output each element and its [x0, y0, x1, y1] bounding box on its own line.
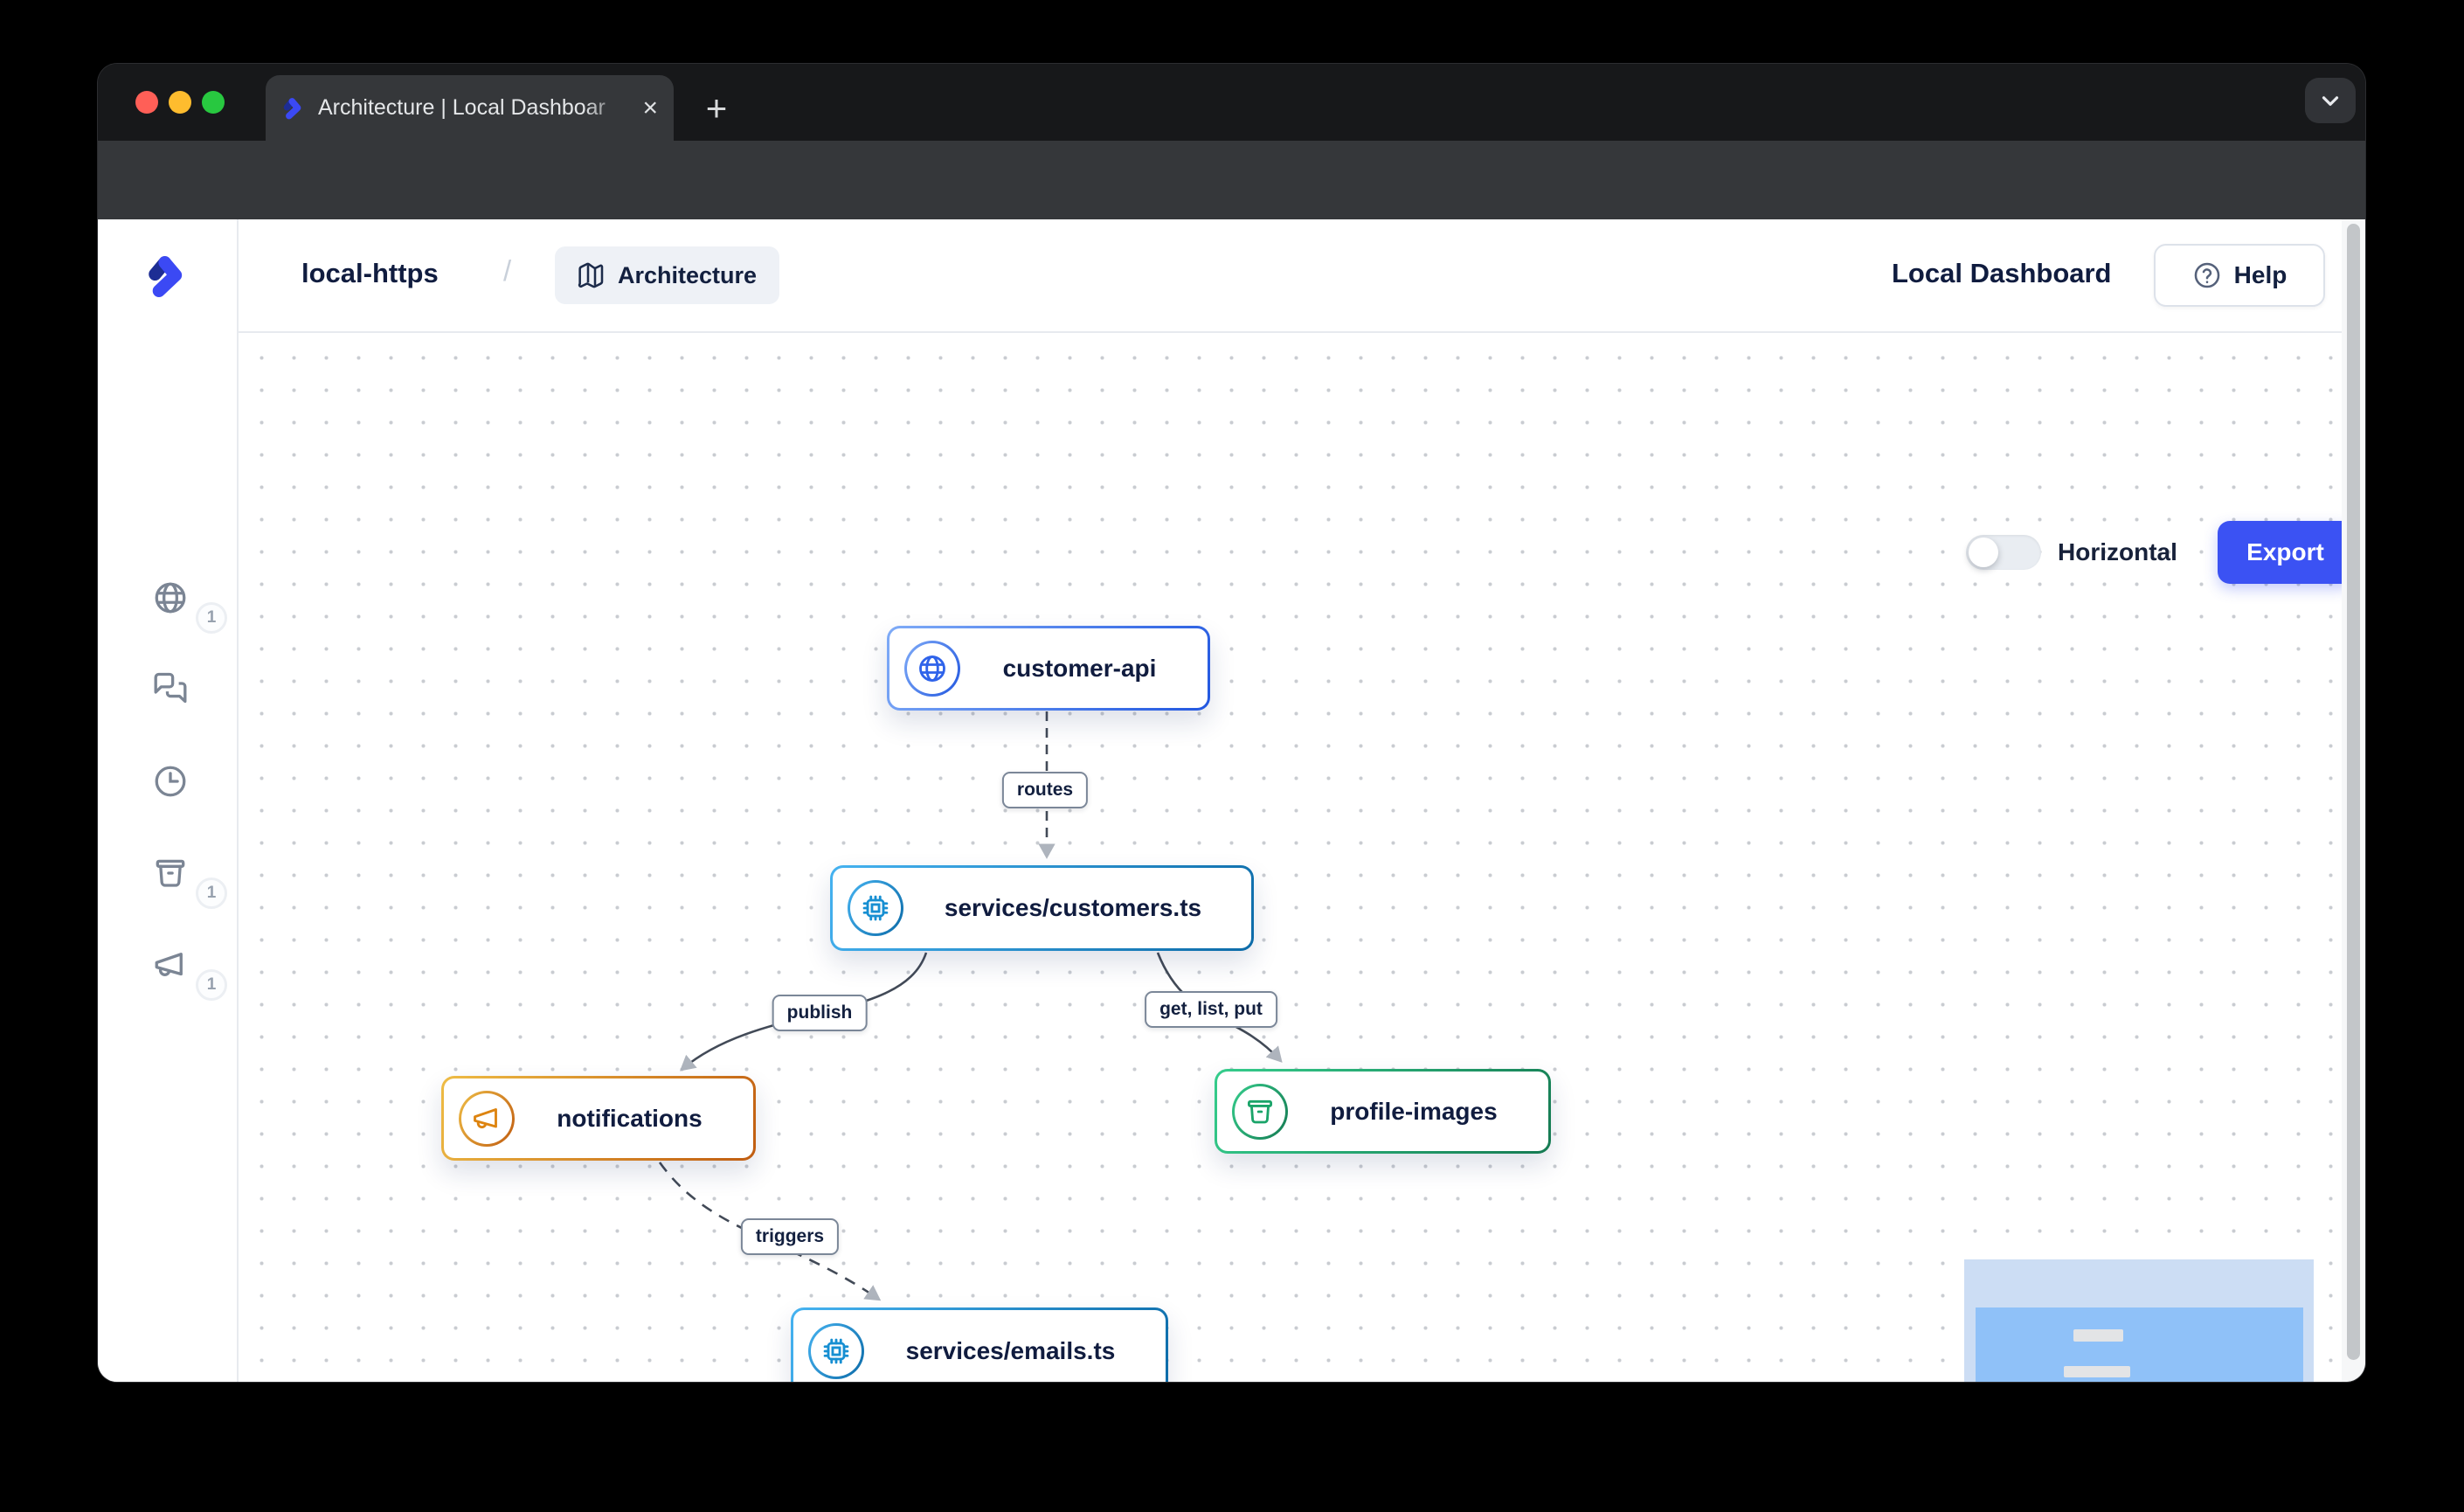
bucket-icon: [1244, 1096, 1276, 1127]
sidebar-item-topics[interactable]: 1: [98, 934, 237, 995]
zoom-window-button[interactable]: [202, 91, 225, 114]
close-window-button[interactable]: [135, 91, 158, 114]
toggle-knob: [1969, 538, 1998, 567]
tab-architecture-label: Architecture: [618, 262, 757, 289]
help-button-label: Help: [2234, 261, 2288, 289]
sidebar-item-chat[interactable]: [98, 659, 237, 720]
scrollbar-thumb[interactable]: [2347, 224, 2360, 1360]
node-label: services/customers.ts: [903, 894, 1251, 922]
flow-edges: [239, 333, 2342, 1382]
node-body: notifications: [444, 1079, 753, 1158]
clock-icon: [152, 763, 189, 800]
chip-icon: [860, 892, 891, 924]
chevron-down-icon: [2317, 87, 2343, 114]
breadcrumb-separator: /: [503, 254, 511, 288]
edge-label-triggers: triggers: [741, 1218, 839, 1255]
bucket-icon: [152, 855, 189, 891]
node-label: customer-api: [960, 655, 1208, 683]
globe-icon: [152, 579, 189, 616]
node-body: services/emails.ts: [793, 1310, 1166, 1382]
sidebar-badge: 1: [196, 969, 227, 1001]
map-icon: [578, 261, 606, 289]
new-tab-button[interactable]: +: [695, 87, 738, 130]
minimize-window-button[interactable]: [169, 91, 191, 114]
browser-window: Architecture | Local Dashboar × + localh…: [98, 64, 2365, 1382]
node-customer-api[interactable]: customer-api: [887, 626, 1210, 711]
export-button[interactable]: Export: [2218, 521, 2342, 584]
architecture-canvas[interactable]: Horizontal Export: [239, 333, 2342, 1382]
sidebar-badge: 1: [196, 602, 227, 634]
globe-icon: [917, 653, 948, 684]
minimap-viewport[interactable]: [1976, 1307, 2303, 1382]
encore-logo[interactable]: [146, 251, 190, 302]
node-icon-ring: [808, 1323, 864, 1379]
node-label: services/emails.ts: [864, 1337, 1166, 1365]
dashboard-app: local-https / Architecture Local Dashboa…: [98, 219, 2365, 1382]
chat-bubbles-icon: [152, 671, 189, 708]
node-profile-images[interactable]: profile-images: [1215, 1069, 1551, 1154]
browser-tab[interactable]: Architecture | Local Dashboar ×: [266, 75, 674, 141]
tab-bar: Architecture | Local Dashboar × +: [98, 64, 2365, 141]
page-scrollbar[interactable]: [2342, 219, 2365, 1382]
chip-icon: [820, 1335, 852, 1367]
node-label: profile-images: [1288, 1098, 1548, 1126]
tab-architecture[interactable]: Architecture: [555, 246, 779, 304]
tab-search-chevron-button[interactable]: [2305, 78, 2356, 123]
sidebar-item-buckets[interactable]: 1: [98, 843, 237, 904]
tab-close-icon[interactable]: ×: [642, 95, 658, 121]
edge-label-get-list-put: get, list, put: [1145, 991, 1277, 1028]
megaphone-icon: [152, 947, 189, 983]
node-icon-ring: [1232, 1084, 1288, 1140]
edge-label-publish: publish: [772, 995, 868, 1031]
node-icon-ring: [904, 641, 960, 697]
screen: Architecture | Local Dashboar × + localh…: [0, 0, 2464, 1512]
question-circle-icon: [2192, 260, 2222, 290]
minimap-node: [2073, 1329, 2123, 1342]
node-label: notifications: [515, 1105, 753, 1133]
horizontal-toggle[interactable]: [1966, 535, 2041, 570]
sidebar-item-api[interactable]: 1: [98, 567, 237, 628]
browser-toolbar: localhost:49152/architecture/: [98, 141, 2365, 219]
tab-title: Architecture | Local Dashboar: [318, 95, 630, 121]
app-header: local-https / Architecture Local Dashboa…: [237, 219, 2342, 333]
node-body: profile-images: [1217, 1072, 1548, 1151]
node-body: services/customers.ts: [833, 868, 1251, 948]
dashboard-title: Local Dashboard: [1892, 258, 2112, 289]
node-services-customers[interactable]: services/customers.ts: [830, 865, 1254, 951]
tab-favicon-encore-logo-icon: [281, 95, 306, 121]
sidebar-item-traces[interactable]: [98, 751, 237, 812]
flow-minimap[interactable]: [1964, 1259, 2314, 1382]
sidebar-nav: 1 1 1: [98, 333, 237, 1382]
megaphone-icon: [471, 1103, 502, 1134]
node-notifications[interactable]: notifications: [441, 1076, 756, 1161]
horizontal-toggle-label: Horizontal: [2058, 538, 2177, 566]
project-name: local-https: [301, 258, 439, 289]
help-button[interactable]: Help: [2154, 244, 2325, 307]
node-body: customer-api: [889, 628, 1208, 708]
logo-zone: [98, 219, 237, 333]
node-icon-ring: [848, 880, 903, 936]
node-icon-ring: [459, 1091, 515, 1147]
edge-label-routes: routes: [1002, 772, 1088, 808]
minimap-node: [2064, 1366, 2130, 1377]
node-services-emails[interactable]: services/emails.ts: [791, 1307, 1168, 1382]
sidebar-badge: 1: [196, 877, 227, 909]
